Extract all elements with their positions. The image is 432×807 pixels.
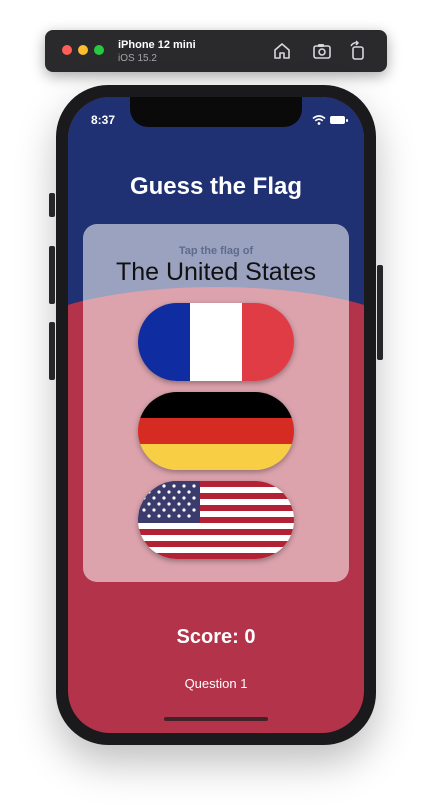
- close-window-button[interactable]: [62, 45, 72, 55]
- battery-icon: [330, 116, 348, 124]
- us-flag-icon: [138, 481, 294, 559]
- question-label: Question 1: [184, 676, 248, 691]
- flag-button-germany[interactable]: [138, 392, 294, 470]
- germany-flag-icon: [138, 392, 294, 470]
- status-icons: [312, 115, 348, 125]
- mute-switch: [49, 193, 55, 217]
- notch: [130, 97, 302, 127]
- volume-down-button: [49, 322, 55, 380]
- status-time: 8:37: [91, 113, 116, 127]
- home-icon[interactable]: [271, 40, 293, 62]
- home-indicator[interactable]: [164, 717, 268, 721]
- screenshot-icon[interactable]: [311, 40, 333, 62]
- wifi-icon: [312, 115, 326, 125]
- volume-up-button: [49, 246, 55, 304]
- france-flag-icon: [138, 303, 294, 381]
- app-screen: 8:37 Guess the Flag Tap the flag of The …: [68, 97, 364, 733]
- flag-button-united-states[interactable]: [138, 481, 294, 559]
- minimize-window-button[interactable]: [78, 45, 88, 55]
- question-card: Tap the flag of The United States: [83, 224, 349, 582]
- rotate-icon[interactable]: [347, 40, 369, 62]
- os-version: iOS 15.2: [118, 53, 157, 64]
- app-title: Guess the Flag: [129, 173, 303, 200]
- zoom-window-button[interactable]: [94, 45, 104, 55]
- power-button: [377, 265, 383, 360]
- prompt-label: Tap the flag of: [178, 245, 254, 257]
- prompt-country: The United States: [115, 258, 317, 286]
- device-name: iPhone 12 mini: [118, 39, 196, 51]
- simulator-toolbar: iPhone 12 mini iOS 15.2: [45, 30, 387, 72]
- flag-button-france[interactable]: [138, 303, 294, 381]
- score-label: Score: 0: [176, 626, 256, 648]
